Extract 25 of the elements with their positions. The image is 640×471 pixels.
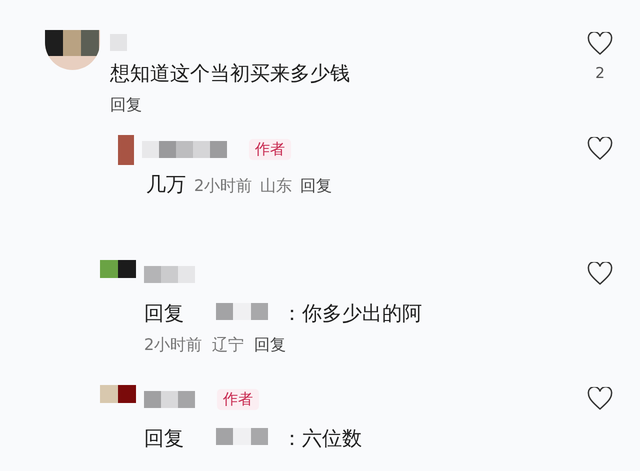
heart-icon[interactable] — [587, 137, 613, 161]
comment-meta: 2小时前 — [194, 176, 252, 197]
blurred-avatar — [45, 30, 100, 70]
comment-text: ：六位数 — [282, 425, 362, 452]
comment-meta: 山东 — [260, 176, 292, 197]
comment-text: 想知道这个当初买来多少钱 — [110, 60, 350, 87]
comment-text: ：你多少出的阿 — [282, 300, 422, 327]
reply-link[interactable]: 回复 — [300, 176, 332, 197]
blurred-username — [144, 390, 195, 408]
reply-link[interactable]: 回复 — [254, 335, 286, 356]
blurred-username — [144, 266, 195, 282]
comment-meta: 辽宁 — [212, 335, 244, 356]
reply-label: 回复 — [144, 300, 184, 327]
like-count: 2 — [595, 64, 605, 82]
author-badge: 作者 — [249, 138, 291, 160]
reply-link[interactable]: 回复 — [110, 95, 142, 116]
blurred-username — [216, 303, 268, 320]
comment-meta: 2小时前 — [144, 335, 202, 356]
reply-label: 回复 — [144, 425, 184, 452]
comment-text: 几万 — [146, 171, 186, 198]
heart-icon[interactable] — [587, 387, 613, 411]
author-badge: 作者 — [217, 388, 259, 410]
heart-icon[interactable] — [587, 262, 613, 286]
blurred-username — [216, 428, 268, 445]
heart-icon[interactable] — [587, 32, 613, 56]
